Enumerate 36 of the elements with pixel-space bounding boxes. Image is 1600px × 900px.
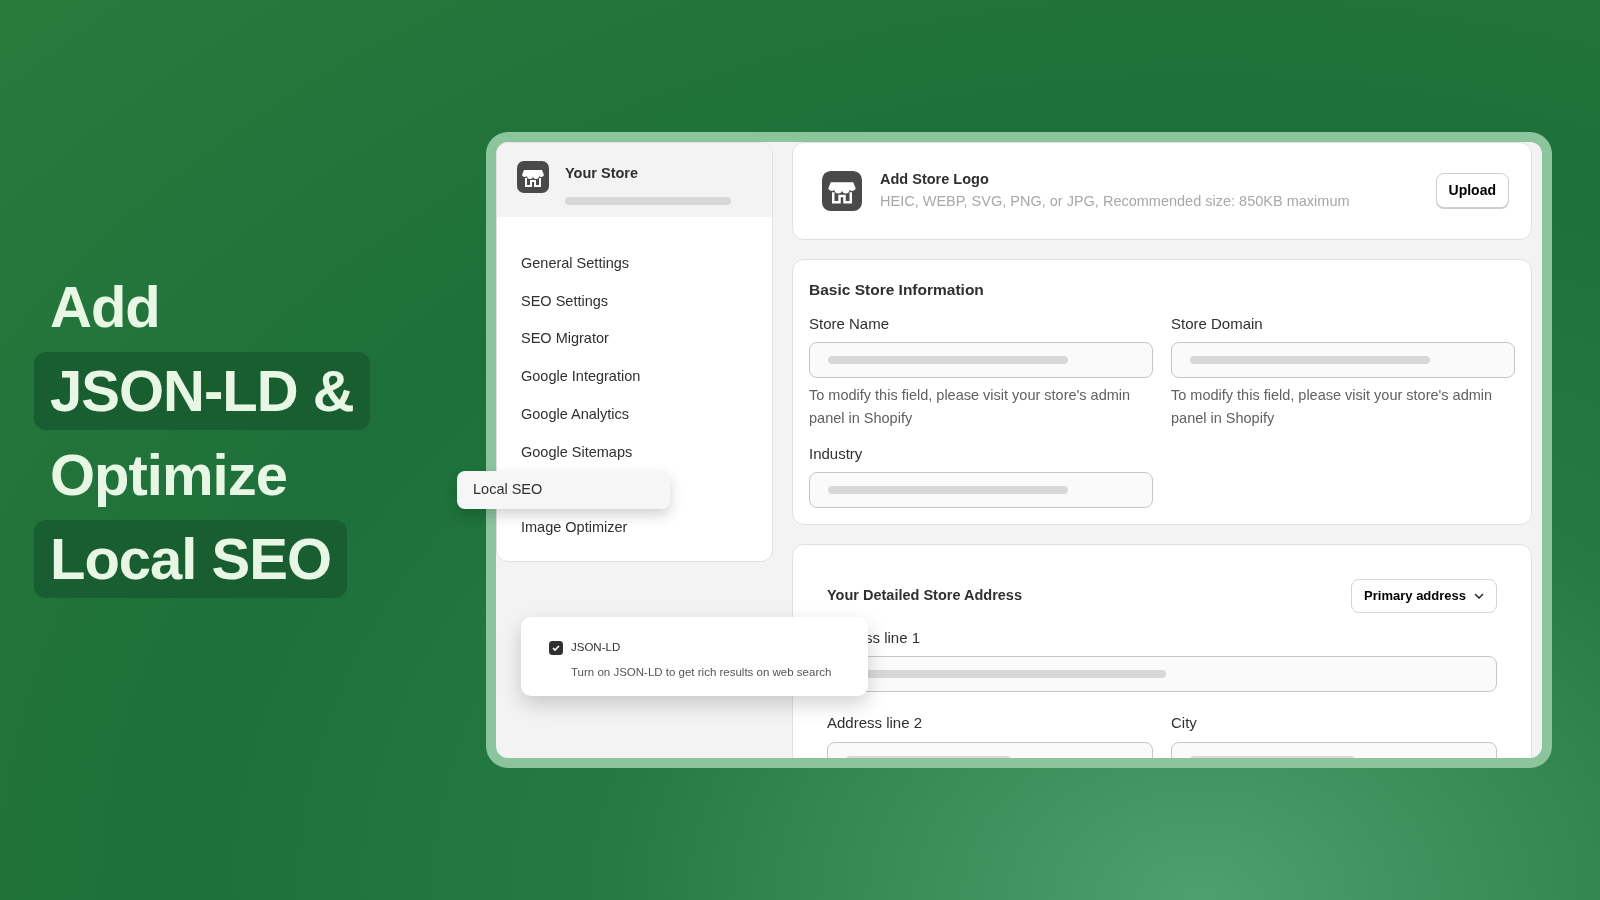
store-icon xyxy=(822,170,862,211)
help-text: To modify this field, please visit your store's admin panel in Shopify xyxy=(809,386,1132,429)
input-field[interactable] xyxy=(809,472,1153,509)
input-field[interactable] xyxy=(1171,342,1515,379)
sidebar-item[interactable]: SEO Settings xyxy=(497,282,633,321)
address-dropdown[interactable]: Primary address xyxy=(1351,579,1497,613)
headline-text: Add xyxy=(49,273,161,341)
field-label: Industry xyxy=(809,443,864,464)
help-text: To modify this field, please visit your store's admin panel in Shopify xyxy=(1171,386,1494,429)
sidebar-item[interactable]: Google Sitemaps xyxy=(497,433,657,472)
field-label: Store Domain xyxy=(1171,313,1264,334)
section-title: Your Detailed Store Address xyxy=(827,586,1022,605)
checkbox[interactable] xyxy=(549,640,563,655)
sidebar-item[interactable]: Google Analytics xyxy=(497,395,653,434)
checkbox-description: Turn on JSON-LD to get rich results on web search xyxy=(571,665,833,681)
section-title: Basic Store Information xyxy=(809,279,985,300)
field-label: City xyxy=(1171,713,1198,734)
headline-text: Local SEO xyxy=(34,520,348,598)
sidebar-item[interactable]: General Settings xyxy=(497,244,653,283)
headline-text: JSON-LD & xyxy=(34,352,370,430)
headline-text: Optimize xyxy=(49,441,288,509)
field-label: Address line 2 xyxy=(827,713,924,734)
field-label: Store Name xyxy=(809,313,891,334)
upload-button[interactable]: Upload xyxy=(1435,173,1509,209)
format-hint: HEIC, WEBP, SVG, PNG, or JPG, Recommended size: 850KB maximum xyxy=(880,191,1350,211)
checkmark-icon xyxy=(551,642,561,653)
store-name: Your Store xyxy=(565,164,639,183)
chevron-down-icon xyxy=(1474,592,1484,599)
sidebar-item[interactable]: Image Optimizer xyxy=(497,509,652,547)
sidebar-item[interactable]: SEO Migrator xyxy=(497,320,633,358)
checkbox-label: JSON-LD xyxy=(571,640,621,655)
input-field[interactable] xyxy=(809,342,1153,379)
sidebar-item[interactable]: Local SEO xyxy=(457,471,671,509)
store-icon xyxy=(517,161,549,193)
card-title: Add Store Logo xyxy=(880,170,990,189)
sidebar-item[interactable]: Google Integration xyxy=(497,358,665,396)
